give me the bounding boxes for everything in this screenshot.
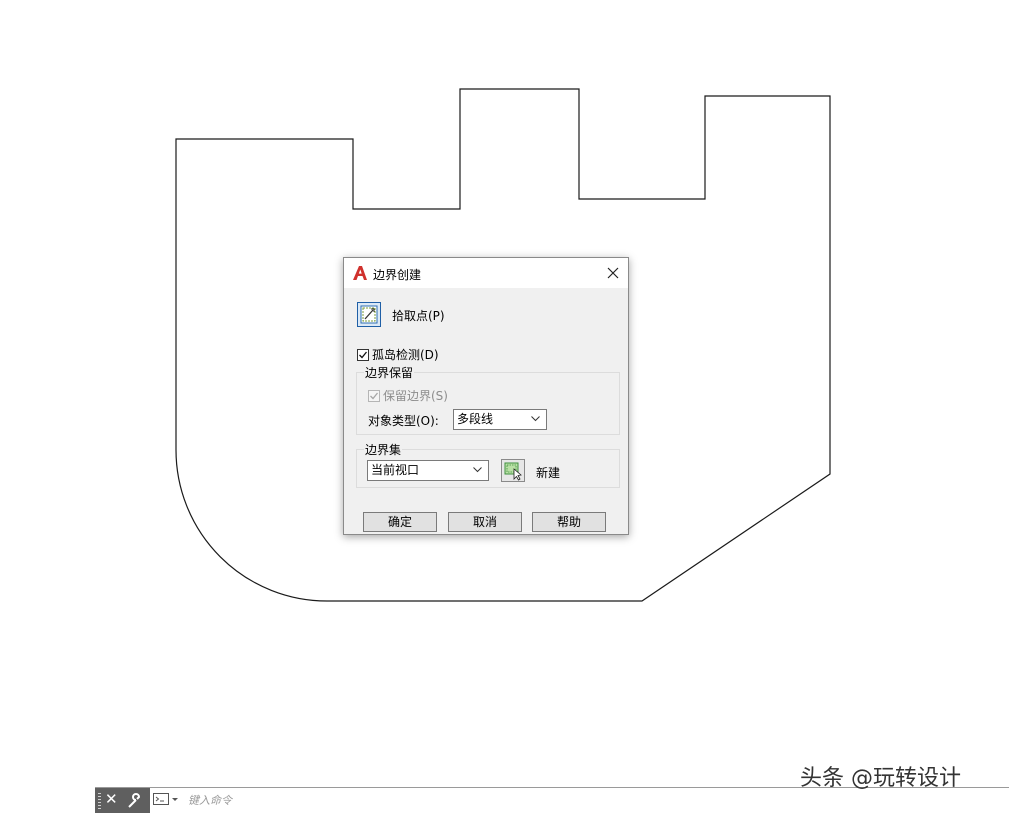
- chevron-down-icon: [531, 416, 540, 422]
- command-line-tools: ✕: [95, 788, 150, 813]
- close-icon: [607, 267, 619, 279]
- boundary-set-label: 边界集: [364, 441, 403, 458]
- island-detection-row[interactable]: 孤岛检测(D): [357, 346, 439, 363]
- new-boundary-set-button[interactable]: [501, 459, 525, 482]
- cancel-button[interactable]: 取消: [448, 512, 522, 532]
- retain-boundaries-label: 保留边界(S): [383, 389, 448, 403]
- chevron-down-icon: [473, 467, 482, 473]
- wrench-icon[interactable]: [127, 793, 143, 809]
- retain-boundaries-row: 保留边界(S): [368, 387, 448, 404]
- autocad-logo-icon: [353, 266, 367, 280]
- object-type-select[interactable]: 多段线: [453, 409, 547, 430]
- boundary-creation-dialog: 边界创建 拾取点(P) 孤岛检测(D) 边界保留 保留边界(S) 对象类型(O)…: [343, 257, 629, 535]
- dialog-titlebar[interactable]: 边界创建: [344, 258, 628, 288]
- island-detection-checkbox[interactable]: [357, 348, 369, 361]
- pick-points-label: 拾取点(P): [392, 309, 445, 323]
- check-icon: [370, 392, 379, 399]
- new-boundary-set-label: 新建: [536, 466, 561, 480]
- boundary-set-value: 当前视口: [371, 463, 420, 477]
- boundary-retention-label: 边界保留: [364, 364, 415, 381]
- close-button[interactable]: [598, 258, 628, 288]
- watermark: 头条 @玩转设计: [800, 766, 961, 791]
- new-boundary-set-icon: [504, 462, 522, 481]
- island-detection-label: 孤岛检测(D): [372, 348, 439, 362]
- boundary-set-select[interactable]: 当前视口: [367, 460, 489, 481]
- object-type-label: 对象类型(O):: [368, 414, 439, 428]
- command-prompt-icon[interactable]: [153, 792, 183, 806]
- ok-button[interactable]: 确定: [363, 512, 437, 532]
- command-input[interactable]: [188, 792, 488, 808]
- grip-icon[interactable]: [98, 793, 101, 809]
- help-button[interactable]: 帮助: [532, 512, 606, 532]
- check-icon: [359, 351, 368, 358]
- pick-points-button[interactable]: [357, 302, 381, 327]
- dialog-title: 边界创建: [373, 268, 422, 282]
- retain-boundaries-checkbox: [368, 389, 380, 402]
- pick-points-icon: [360, 305, 378, 324]
- object-type-value: 多段线: [457, 412, 494, 426]
- close-icon[interactable]: ✕: [105, 790, 118, 808]
